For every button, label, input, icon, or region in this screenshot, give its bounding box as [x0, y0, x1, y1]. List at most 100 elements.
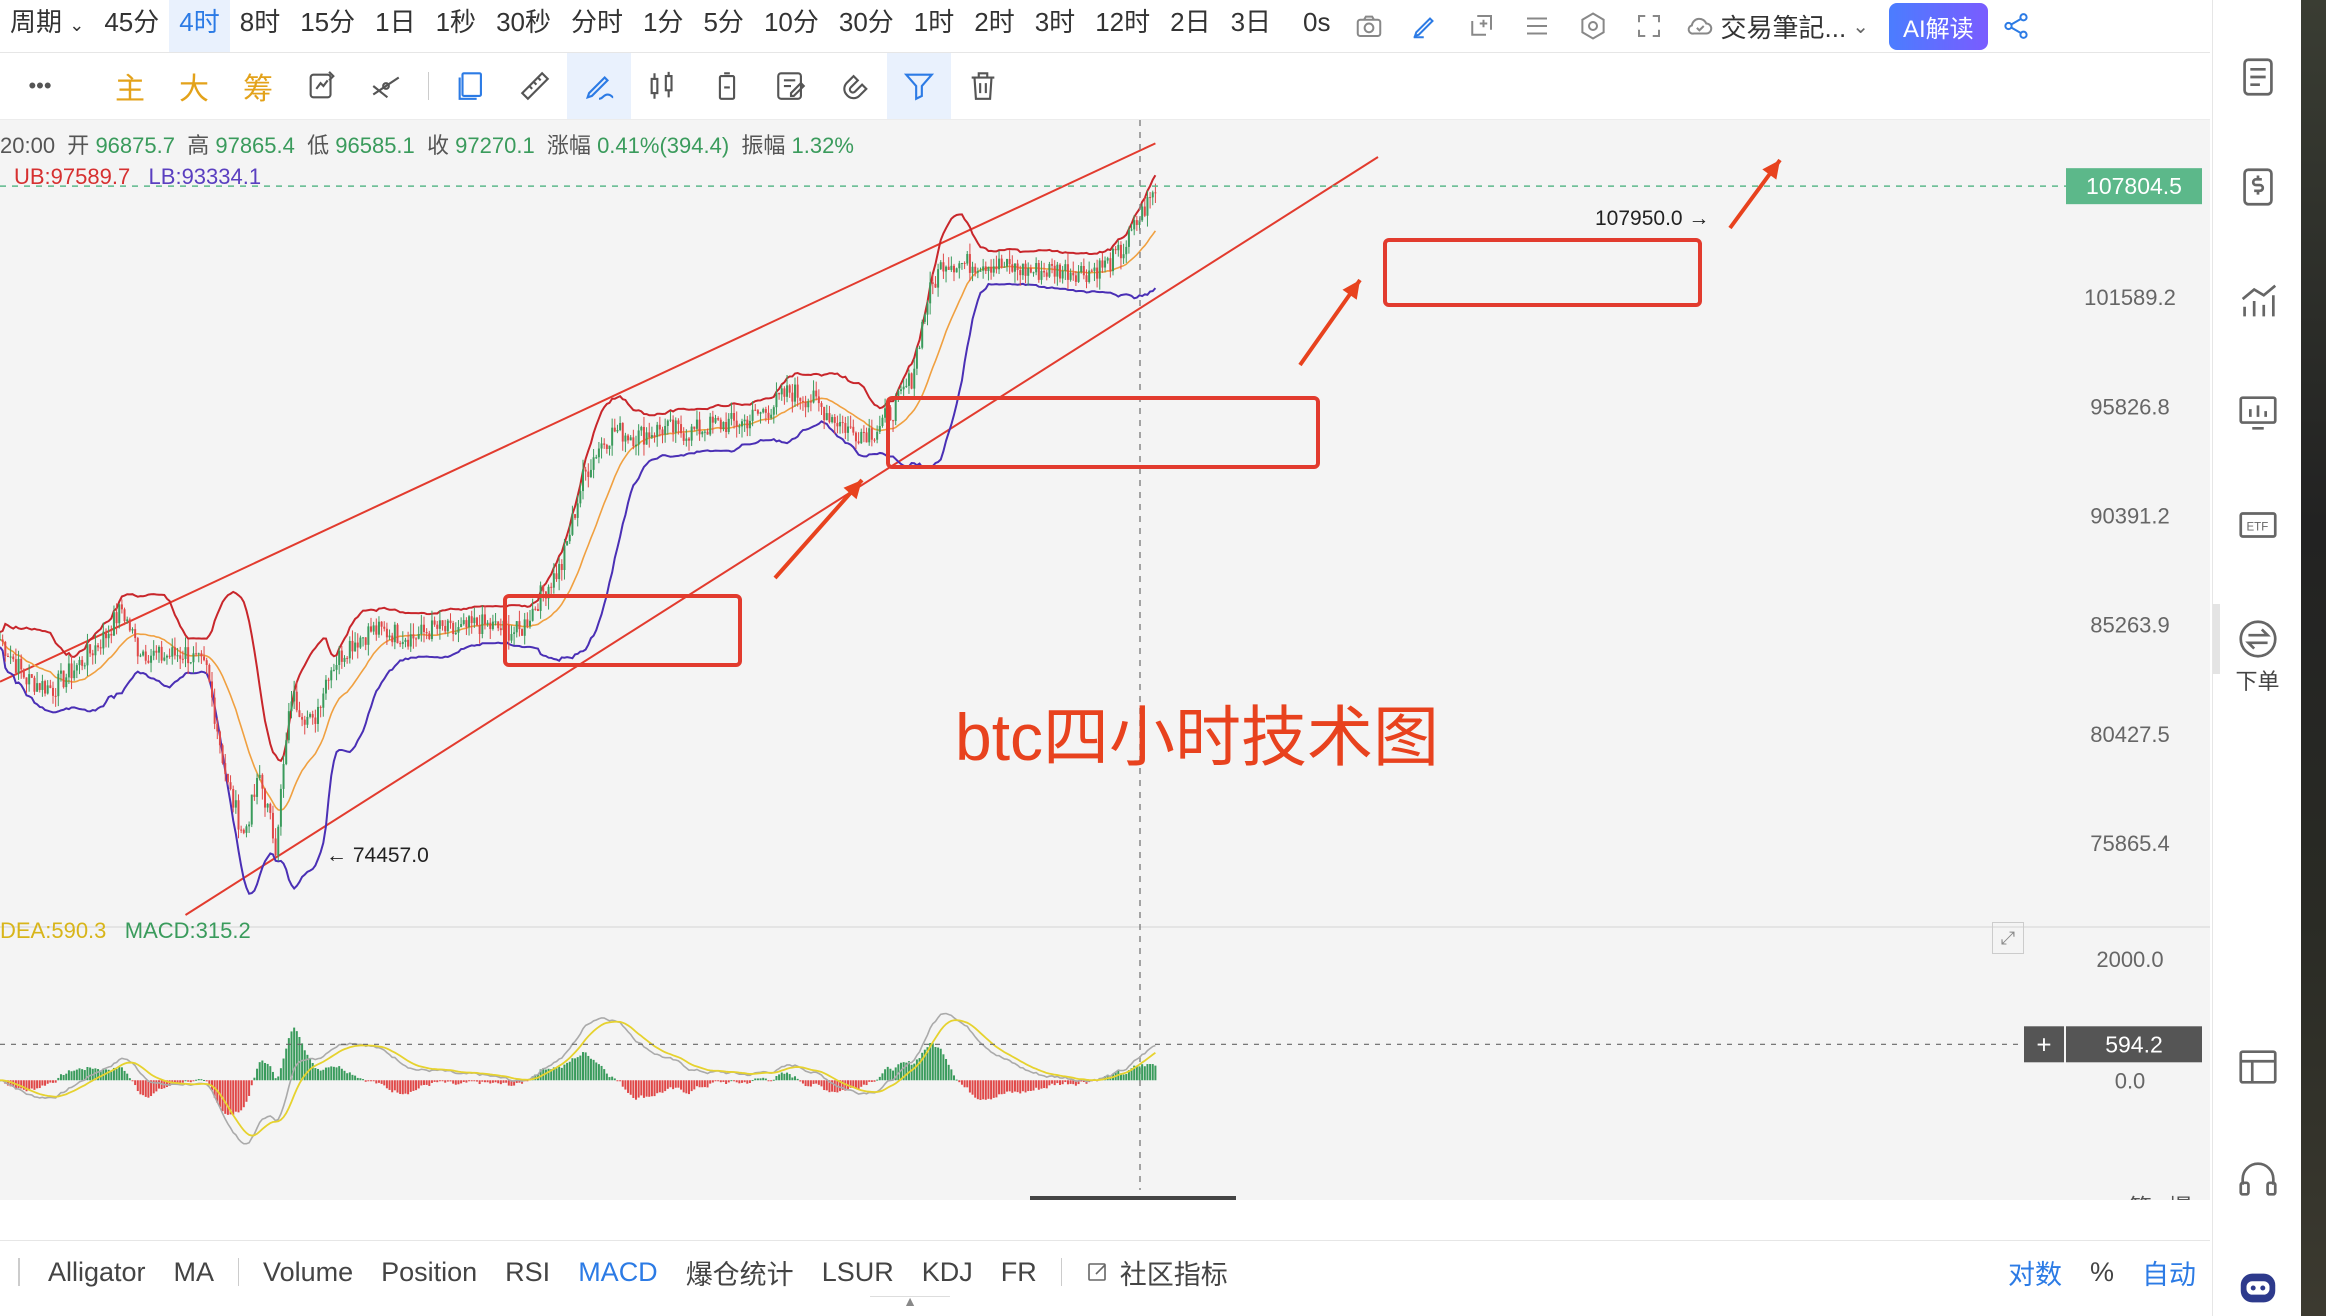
magnet-icon[interactable] — [823, 53, 887, 119]
candle-body — [346, 657, 349, 659]
robot-assistant-icon[interactable] — [2235, 1264, 2281, 1310]
indicator-5[interactable]: MACD — [578, 1257, 658, 1288]
bookmark-copy-icon[interactable] — [439, 53, 503, 119]
candle-body — [801, 400, 804, 402]
dollar-document-icon[interactable] — [2235, 164, 2281, 210]
candle-body — [552, 573, 555, 588]
candle-body — [441, 620, 444, 626]
place-order-label[interactable]: 下单 — [2213, 664, 2302, 696]
indicator-3[interactable]: Position — [381, 1257, 477, 1288]
indicator-4[interactable]: RSI — [505, 1257, 550, 1288]
document-icon[interactable] — [2235, 54, 2281, 100]
ruler-icon[interactable] — [503, 53, 567, 119]
candle-body — [653, 435, 656, 437]
trash-icon[interactable] — [951, 53, 1015, 119]
period-14[interactable]: 3时 — [1025, 0, 1085, 52]
period-15[interactable]: 12时 — [1085, 0, 1160, 52]
monitor-chart-icon[interactable] — [2235, 390, 2281, 436]
candlestick-chart[interactable]: btc四小时技术图 107950.0 → ← 74457.0 75865.4 80427… — [0, 120, 2210, 1200]
period-7[interactable]: 分时 — [561, 0, 633, 52]
percent-scale-toggle[interactable]: % — [2090, 1257, 2114, 1288]
trade-notes-button[interactable]: 交易筆記... ⌄ — [1685, 8, 1869, 45]
macd-histogram-bar — [788, 1074, 791, 1081]
more-button[interactable]: ••• — [0, 53, 80, 119]
period-13[interactable]: 2时 — [964, 0, 1024, 52]
candle-body — [102, 631, 105, 649]
candle-body — [232, 789, 235, 808]
candle-body — [666, 420, 669, 426]
trend-lines-icon[interactable] — [354, 53, 418, 119]
list-settings-icon[interactable] — [1516, 5, 1558, 47]
expand-icon[interactable]: ⤢ — [1992, 922, 2024, 954]
headset-icon[interactable] — [2235, 1156, 2281, 1202]
period-0[interactable]: 45分 — [94, 0, 169, 52]
macd-histogram-bar — [642, 1080, 645, 1098]
filter-icon[interactable] — [887, 53, 951, 119]
period-11[interactable]: 30分 — [829, 0, 904, 52]
big-order-button[interactable]: 大 — [162, 53, 226, 119]
layout-icon[interactable] — [2235, 1044, 2281, 1090]
indicator-divider — [18, 1258, 20, 1286]
period-8[interactable]: 1分 — [633, 0, 693, 52]
battery-icon[interactable] — [695, 53, 759, 119]
candle-body — [420, 624, 423, 634]
bar-chart-icon[interactable] — [2235, 278, 2281, 324]
candle-body — [412, 634, 415, 639]
swap-order-icon[interactable] — [2235, 616, 2281, 662]
indicator-9[interactable]: FR — [1001, 1257, 1037, 1288]
panel-collapse-arrow[interactable]: ▲ — [870, 1294, 950, 1308]
note-edit-icon[interactable] — [759, 53, 823, 119]
gear-icon[interactable] — [1572, 5, 1614, 47]
period-selector[interactable]: 周期 ⌄ — [0, 0, 94, 52]
indicator-8[interactable]: KDJ — [922, 1257, 973, 1288]
candle-body — [738, 426, 741, 428]
auto-scale-toggle[interactable]: 自动 — [2142, 1253, 2196, 1292]
candle-body — [884, 408, 887, 418]
macd-histogram-bar — [118, 1066, 121, 1081]
macd-histogram-bar — [1006, 1080, 1008, 1092]
share-icon[interactable] — [1995, 5, 2037, 47]
period-1[interactable]: 4时 — [169, 0, 230, 52]
ai-interpret-button[interactable]: AI解读 — [1888, 2, 1988, 50]
indicator-1[interactable]: MA — [174, 1257, 215, 1288]
macd-histogram-bar — [582, 1052, 584, 1081]
etf-icon[interactable]: ETF — [2235, 502, 2281, 548]
macd-histogram-bar — [314, 1068, 317, 1081]
camera-icon[interactable] — [1348, 5, 1390, 47]
log-scale-toggle[interactable]: 对数 — [2008, 1253, 2062, 1292]
period-16[interactable]: 2日 — [1160, 0, 1220, 52]
main-indicator-button[interactable]: 主 — [98, 53, 162, 119]
candle-body — [75, 665, 78, 671]
period-10[interactable]: 10分 — [754, 0, 829, 52]
price-chart[interactable]: btc四小时技术图 107950.0 → ← 74457.0 75865.4 80427… — [0, 120, 2210, 1200]
indicator-0[interactable]: Alligator — [48, 1257, 146, 1288]
macd-histogram-bar — [324, 1067, 327, 1081]
indicator-6[interactable]: 爆仓统计 — [686, 1253, 794, 1292]
pen-icon[interactable] — [1404, 5, 1446, 47]
period-3[interactable]: 15分 — [290, 0, 365, 52]
add-window-icon[interactable] — [1460, 5, 1502, 47]
macd-histogram-bar — [142, 1080, 145, 1096]
sidebar-collapse-handle[interactable] — [2213, 604, 2220, 674]
period-2[interactable]: 8时 — [230, 0, 290, 52]
draw-pen-icon[interactable] — [567, 53, 631, 119]
macd-histogram-bar — [571, 1058, 574, 1081]
indicator-2[interactable]: Volume — [263, 1257, 353, 1288]
candle-body — [489, 622, 492, 630]
cycle-edit-icon[interactable] — [290, 53, 354, 119]
period-17[interactable]: 3日 — [1221, 0, 1281, 52]
community-indicators-button[interactable]: 社区指标 — [1086, 1253, 1228, 1292]
candle-body — [203, 656, 206, 661]
period-12[interactable]: 1时 — [904, 0, 964, 52]
indicator-7[interactable]: LSUR — [822, 1257, 894, 1288]
period-6[interactable]: 30秒 — [486, 0, 561, 52]
fullscreen-icon[interactable] — [1628, 5, 1670, 47]
candlestick-icon[interactable] — [631, 53, 695, 119]
macd-histogram-bar — [428, 1080, 431, 1086]
candle-body — [73, 670, 76, 679]
macd-histogram-bar — [36, 1080, 39, 1089]
chip-distribution-button[interactable]: 筹 — [226, 53, 290, 119]
period-9[interactable]: 5分 — [693, 0, 753, 52]
period-4[interactable]: 1日 — [365, 0, 425, 52]
period-5[interactable]: 1秒 — [426, 0, 486, 52]
